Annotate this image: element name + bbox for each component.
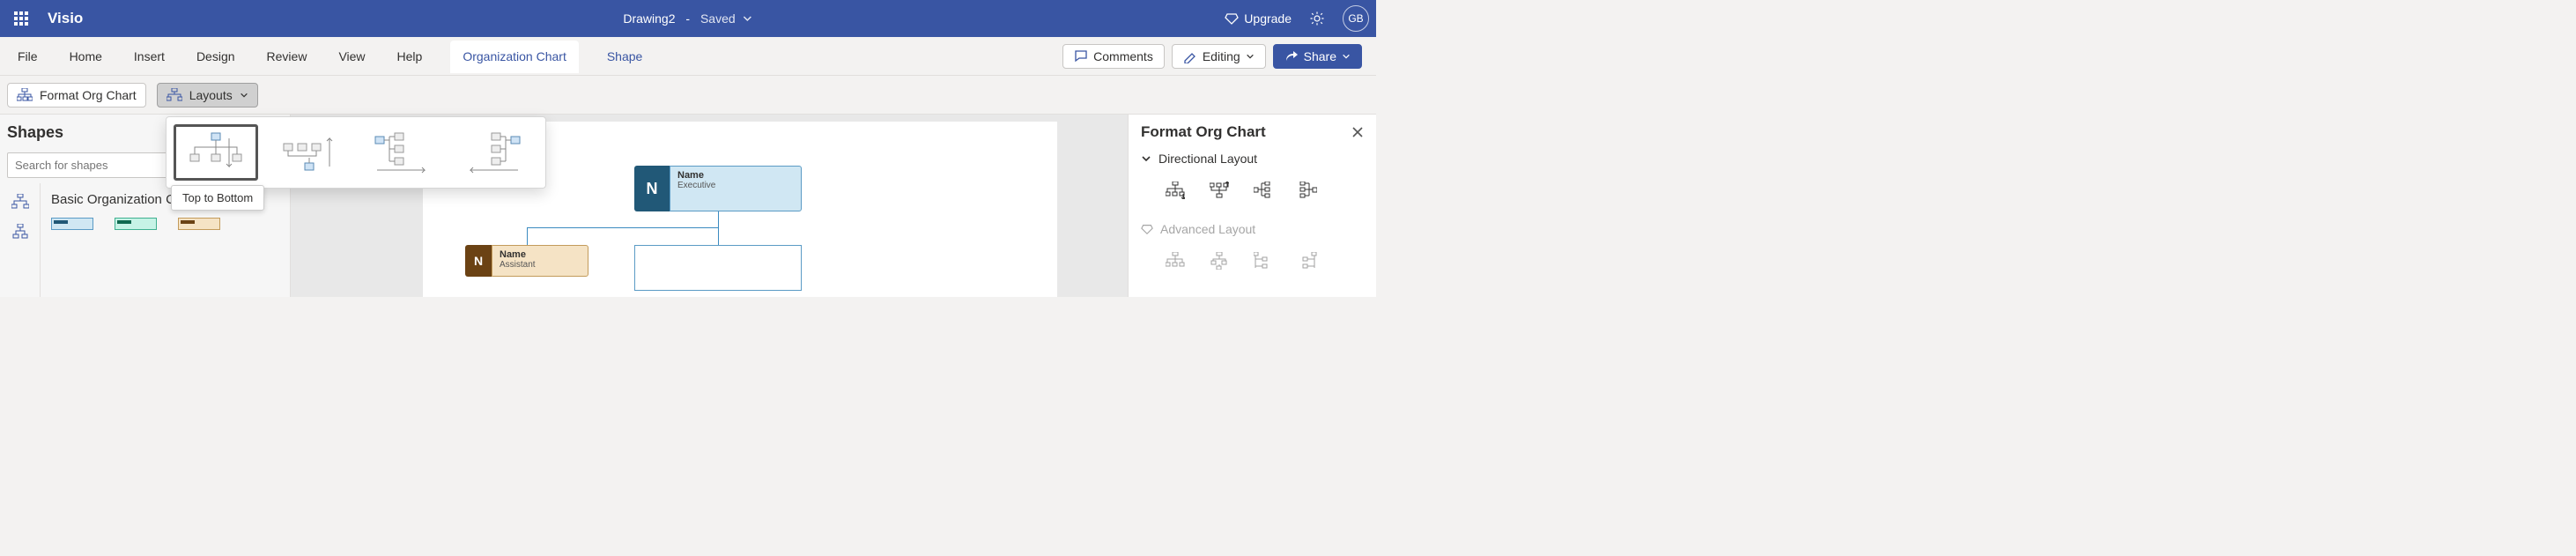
advanced-layout-option-icon: [1298, 252, 1317, 270]
user-initials: GB: [1348, 12, 1363, 25]
org-chart-icon: [167, 88, 182, 102]
connector: [527, 227, 718, 228]
app-name[interactable]: Visio: [48, 10, 83, 27]
comments-button[interactable]: Comments: [1062, 44, 1165, 69]
settings-button[interactable]: [1304, 5, 1330, 32]
shape-swatch-manager[interactable]: [115, 218, 157, 230]
advanced-layout-option-icon: [1210, 252, 1229, 270]
tab-insert[interactable]: Insert: [130, 46, 168, 67]
editing-mode-button[interactable]: Editing: [1172, 44, 1266, 69]
app-launcher-icon[interactable]: [7, 4, 35, 33]
upgrade-button[interactable]: Upgrade: [1225, 11, 1292, 26]
user-avatar[interactable]: GB: [1343, 5, 1369, 32]
org-node-assistant[interactable]: N Name Assistant: [465, 245, 588, 277]
format-org-chart-button[interactable]: Format Org Chart: [7, 83, 146, 107]
document-status: Saved: [700, 11, 736, 26]
advanced-layout-option-icon: [1254, 252, 1273, 270]
org-chart-icon: [17, 88, 33, 102]
document-title-area[interactable]: Drawing2 - Saved: [623, 11, 752, 26]
ribbon-tabs: File Home Insert Design Review View Help…: [0, 37, 1376, 76]
tab-review[interactable]: Review: [263, 46, 311, 67]
org-node-empty[interactable]: [634, 245, 802, 291]
stencil-icon[interactable]: [11, 194, 29, 210]
diamond-icon: [1141, 223, 1153, 235]
format-org-chart-pane: Format Org Chart Directional Layout Adva…: [1128, 115, 1376, 297]
stencil-selector: [0, 183, 41, 297]
layout-option-top-to-bottom[interactable]: [174, 124, 258, 181]
tab-help[interactable]: Help: [394, 46, 426, 67]
format-pane-title: Format Org Chart: [1141, 123, 1266, 141]
stencil-icon[interactable]: [11, 224, 29, 240]
layout-right-to-left-icon[interactable]: [1298, 182, 1317, 199]
tab-view[interactable]: View: [335, 46, 368, 67]
layout-option-right-to-left[interactable]: [454, 124, 538, 181]
comments-label: Comments: [1093, 49, 1153, 63]
node-role: Assistant: [500, 260, 581, 270]
shape-swatch-assistant[interactable]: [178, 218, 220, 230]
title-bar: Visio Drawing2 - Saved Upgrade GB: [0, 0, 1376, 37]
layout-option-left-to-right[interactable]: [360, 124, 445, 181]
close-pane-button[interactable]: [1351, 126, 1364, 138]
tab-organization-chart[interactable]: Organization Chart: [450, 41, 579, 73]
layout-option-bottom-to-top[interactable]: [267, 124, 352, 181]
tab-home[interactable]: Home: [66, 46, 106, 67]
chevron-down-icon: [1342, 52, 1351, 61]
layouts-dropdown-button[interactable]: Layouts: [157, 83, 258, 107]
layout-tooltip: Top to Bottom: [171, 185, 264, 211]
pencil-icon: [1183, 49, 1197, 63]
tab-shape[interactable]: Shape: [603, 46, 646, 67]
editing-label: Editing: [1203, 49, 1240, 63]
close-icon: [1351, 126, 1364, 138]
share-icon: [1284, 49, 1299, 63]
shape-swatch-executive[interactable]: [51, 218, 93, 230]
node-name: Name: [677, 170, 794, 181]
document-name: Drawing2: [623, 11, 675, 26]
advanced-layout-section: Advanced Layout: [1141, 222, 1364, 236]
advanced-layout-label: Advanced Layout: [1160, 222, 1255, 236]
tab-design[interactable]: Design: [193, 46, 239, 67]
layouts-popover: [166, 116, 546, 189]
contextual-toolbar: Format Org Chart Layouts: [0, 76, 1376, 115]
share-label: Share: [1304, 49, 1336, 63]
org-node-executive[interactable]: N Name Executive: [634, 166, 802, 211]
advanced-layout-option-icon: [1166, 252, 1185, 270]
chevron-down-icon: [240, 91, 248, 100]
chevron-down-icon: [1141, 153, 1151, 164]
node-initial: N: [634, 166, 670, 211]
layout-top-to-bottom-icon[interactable]: [1166, 182, 1185, 199]
node-initial: N: [465, 245, 492, 277]
chevron-down-icon[interactable]: [743, 13, 753, 24]
chevron-down-icon: [1246, 52, 1255, 61]
node-role: Executive: [677, 181, 794, 190]
directional-layout-section[interactable]: Directional Layout: [1141, 152, 1364, 166]
layout-left-to-right-icon[interactable]: [1254, 182, 1273, 199]
node-name: Name: [500, 249, 581, 260]
tab-file[interactable]: File: [14, 46, 41, 67]
layouts-label: Layouts: [189, 88, 233, 102]
share-button[interactable]: Share: [1273, 44, 1362, 69]
gear-icon: [1309, 11, 1325, 26]
diamond-icon: [1225, 11, 1239, 26]
upgrade-label: Upgrade: [1244, 11, 1292, 26]
format-org-chart-label: Format Org Chart: [40, 88, 137, 102]
layout-bottom-to-top-icon[interactable]: [1210, 182, 1229, 199]
comment-icon: [1074, 49, 1088, 63]
connector: [527, 227, 528, 245]
directional-layout-label: Directional Layout: [1158, 152, 1257, 166]
